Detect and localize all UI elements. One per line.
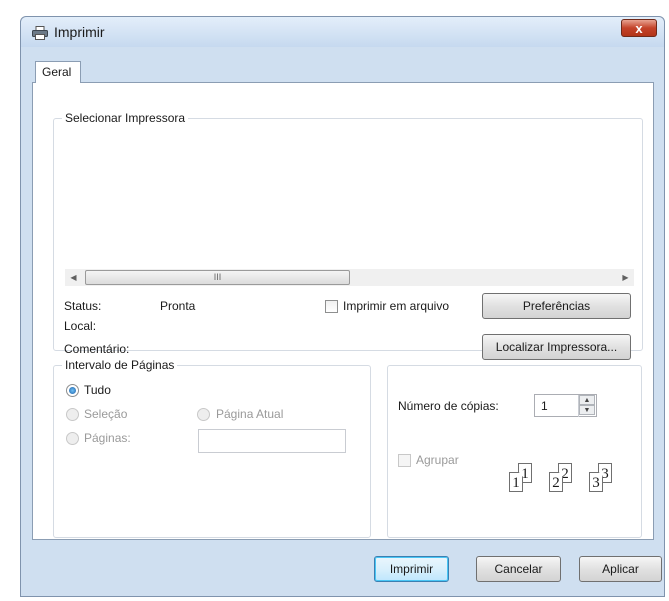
collate-preview-3: 3 3 — [589, 463, 615, 493]
scroll-right-icon[interactable]: ▶ — [617, 269, 634, 286]
general-tab-panel: Selecionar Impressora ◀ III ▶ Status: Pr… — [32, 82, 654, 540]
title-bar: Imprimir x — [21, 17, 664, 47]
cancel-button[interactable]: Cancelar — [476, 556, 561, 582]
selection-radio[interactable] — [66, 408, 79, 421]
select-printer-group: Selecionar Impressora ◀ III ▶ Status: Pr… — [53, 111, 643, 360]
pages-radio[interactable] — [66, 432, 79, 445]
status-label: Status: — [64, 299, 102, 313]
all-pages-radio[interactable] — [66, 384, 79, 397]
window-title: Imprimir — [54, 24, 105, 40]
print-to-file-label: Imprimir em arquivo — [343, 299, 450, 313]
copies-spin-buttons: ▲ ▼ — [578, 395, 595, 417]
print-to-file-checkbox[interactable] — [325, 300, 338, 313]
spin-down-icon[interactable]: ▼ — [579, 405, 595, 415]
scrollbar-thumb[interactable]: III — [85, 270, 350, 285]
tab-label: Geral — [42, 65, 72, 79]
location-label: Local: — [64, 319, 97, 333]
preferences-button[interactable]: Preferências — [482, 293, 631, 319]
scroll-left-icon[interactable]: ◀ — [65, 269, 82, 286]
collate-label: Agrupar — [416, 453, 459, 467]
print-button[interactable]: Imprimir — [374, 556, 449, 582]
status-value: Pronta — [160, 299, 196, 313]
copies-group: Número de cópias: 1 ▲ ▼ Agrupar 1 1 2 2 … — [387, 365, 642, 538]
collate-preview-1: 1 1 — [509, 463, 535, 493]
copies-number-label: Número de cópias: — [398, 399, 499, 413]
printer-list-scrollbar[interactable]: ◀ III ▶ — [65, 269, 634, 286]
spin-up-icon[interactable]: ▲ — [579, 395, 595, 405]
page-range-label: Intervalo de Páginas — [62, 358, 178, 372]
pages-label: Páginas: — [84, 431, 131, 445]
collate-page-front: 1 — [509, 472, 523, 492]
tab-general[interactable]: Geral — [35, 61, 81, 83]
comment-label: Comentário: — [64, 342, 130, 356]
find-printer-button[interactable]: Localizar Impressora... — [482, 334, 631, 360]
close-icon: x — [635, 21, 643, 36]
all-pages-label: Tudo — [84, 383, 111, 397]
copies-stepper[interactable]: 1 ▲ ▼ — [534, 394, 597, 417]
collate-page-front: 3 — [589, 472, 603, 492]
close-button[interactable]: x — [621, 19, 657, 37]
current-page-radio[interactable] — [197, 408, 210, 421]
page-range-group: Intervalo de Páginas Tudo Seleção Página… — [53, 358, 371, 538]
current-page-label: Página Atual — [216, 407, 284, 421]
copies-value: 1 — [541, 399, 548, 413]
collate-checkbox[interactable] — [398, 454, 411, 467]
collate-page-front: 2 — [549, 472, 563, 492]
pages-input[interactable] — [198, 429, 346, 453]
selection-label: Seleção — [84, 407, 128, 421]
apply-button[interactable]: Aplicar — [579, 556, 662, 582]
collate-preview-2: 2 2 — [549, 463, 575, 493]
printer-icon — [32, 26, 48, 40]
print-dialog: Imprimir x Geral Selecionar Impressora ◀… — [20, 16, 665, 597]
select-printer-label: Selecionar Impressora — [62, 111, 189, 125]
